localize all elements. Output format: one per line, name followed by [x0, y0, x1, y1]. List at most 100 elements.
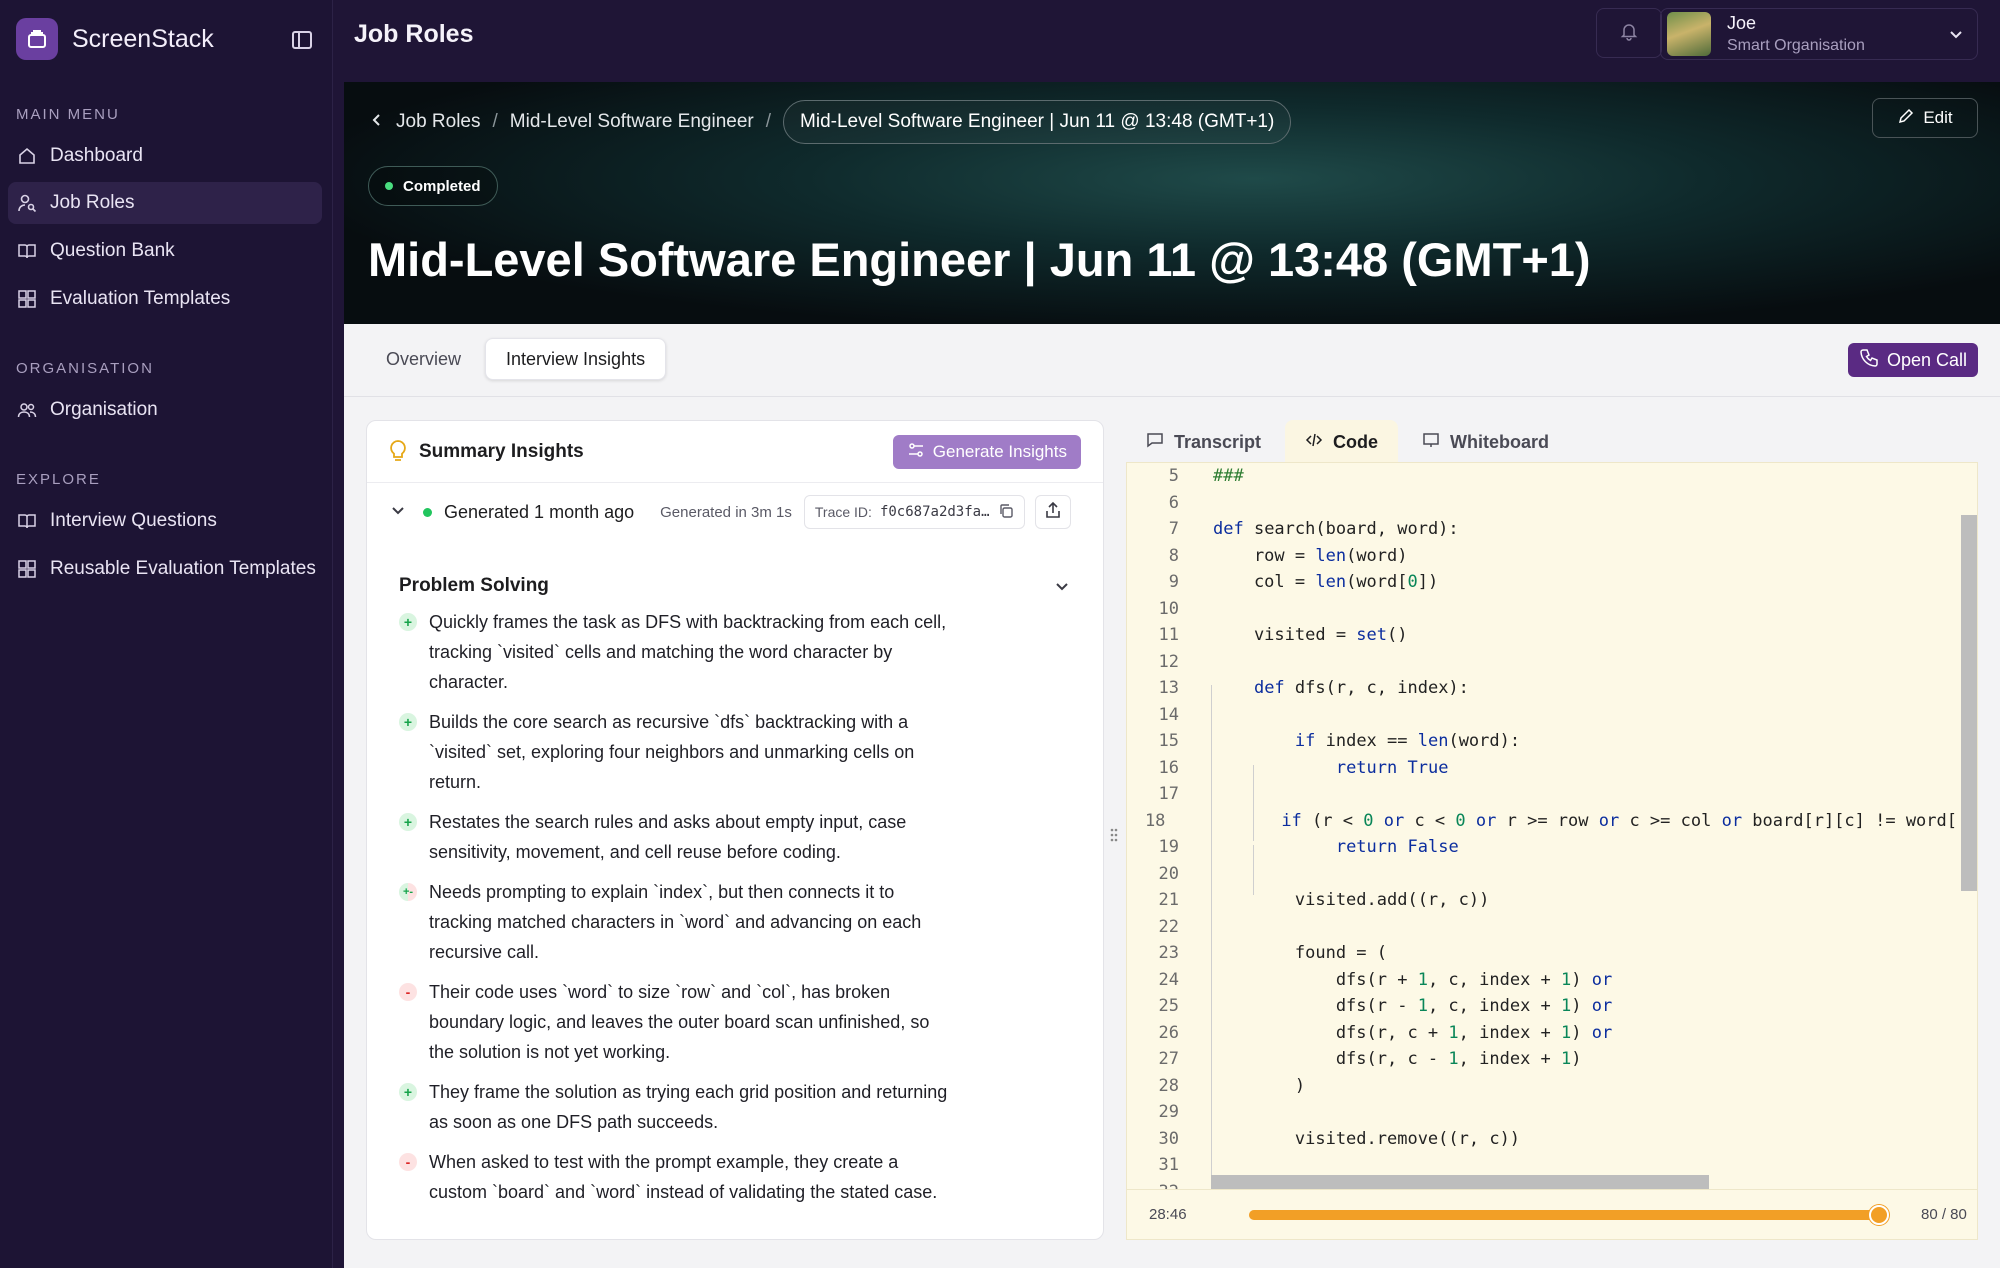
brand[interactable]: ScreenStack — [16, 18, 214, 60]
code-line: 9 col = len(word[0]) — [1127, 569, 1957, 596]
line-number: 21 — [1158, 890, 1179, 910]
insight-item: + Quickly frames the task as DFS with bac… — [399, 607, 959, 697]
generation-row: Generated 1 month ago Generated in 3m 1s… — [389, 493, 1089, 531]
notifications-button[interactable] — [1596, 8, 1662, 58]
line-number: 19 — [1158, 837, 1179, 857]
share-button[interactable] — [1034, 495, 1071, 529]
code-line: 11 visited = set() — [1127, 622, 1957, 649]
code-line: 16 return True — [1127, 755, 1957, 782]
indent-guide — [1253, 845, 1254, 895]
tab-overview[interactable]: Overview — [366, 338, 481, 380]
sidebar-item-label: Job Roles — [50, 192, 135, 213]
vertical-scrollbar[interactable] — [1961, 515, 1977, 891]
sidebar-toggle-icon[interactable] — [290, 28, 314, 52]
section-title-main-menu: MAIN MENU — [16, 106, 120, 123]
plus-icon: + — [399, 813, 417, 831]
avatar — [1667, 12, 1711, 56]
insights-list: + Quickly frames the task as DFS with bac… — [399, 607, 959, 1217]
plus-icon: + — [399, 1083, 417, 1101]
sidebar-item-label: Organisation — [50, 399, 158, 420]
sidebar-item-interview-questions[interactable]: Interview Questions — [8, 500, 322, 542]
code-line: 21 visited.add((r, c)) — [1127, 887, 1957, 914]
insight-item: + Restates the search rules and asks abou… — [399, 807, 959, 867]
breadcrumb-link-role[interactable]: Mid-Level Software Engineer — [510, 111, 754, 133]
tab-transcript[interactable]: Transcript — [1126, 420, 1281, 464]
insight-text: When asked to test with the prompt examp… — [429, 1152, 938, 1202]
back-chevron-icon[interactable] — [370, 111, 384, 133]
chevron-down-icon[interactable] — [1053, 577, 1071, 600]
line-number: 10 — [1158, 598, 1179, 619]
trace-label: Trace ID: — [814, 504, 872, 520]
section-title-organisation: ORGANISATION — [16, 360, 154, 377]
lightbulb-icon — [389, 439, 407, 468]
sidebar-item-evaluation-templates[interactable]: Evaluation Templates — [8, 278, 322, 320]
plus-icon: + — [399, 613, 417, 631]
sidebar-item-label: Question Bank — [50, 240, 175, 261]
open-call-button[interactable]: Open Call — [1848, 343, 1978, 377]
insight-item: + Builds the core search as recursive `df… — [399, 707, 959, 797]
section-title-problem-solving: Problem Solving — [399, 575, 549, 596]
collapse-chevron-icon[interactable] — [389, 501, 407, 524]
insight-text: Their code uses `word` to size `row` and… — [429, 982, 930, 1062]
tab-whiteboard[interactable]: Whiteboard — [1402, 420, 1569, 464]
monitor-icon — [1422, 431, 1440, 454]
line-number: 29 — [1158, 1102, 1179, 1122]
line-code: dfs(r, c - 1, index + 1) — [1213, 1049, 1582, 1069]
phone-icon — [1859, 348, 1879, 373]
insight-text: Needs prompting to explain `index`, but … — [429, 882, 922, 962]
minus-icon: - — [399, 983, 417, 1001]
breadcrumb-current: Mid-Level Software Engineer | Jun 11 @ 1… — [783, 100, 1292, 144]
copy-icon[interactable] — [998, 503, 1014, 522]
insight-item: +- Needs prompting to explain `index`, bu… — [399, 877, 959, 967]
line-number: 16 — [1158, 757, 1179, 778]
playback-slider-fill — [1249, 1209, 1879, 1220]
tab-label: Whiteboard — [1450, 431, 1550, 452]
indent-guide — [1253, 765, 1254, 841]
sidebar-item-organisation[interactable]: Organisation — [8, 389, 322, 431]
sidebar-item-label: Interview Questions — [50, 510, 217, 531]
playback-slider[interactable] — [1249, 1204, 1889, 1225]
tab-interview-insights[interactable]: Interview Insights — [485, 338, 667, 380]
generate-insights-button[interactable]: Generate Insights — [892, 435, 1081, 469]
book-icon — [16, 240, 38, 262]
line-code: ### — [1213, 466, 1244, 486]
line-code: row = len(word) — [1213, 545, 1408, 566]
tab-label: Code — [1333, 431, 1379, 452]
code-line: 12 — [1127, 649, 1957, 676]
code-line: 8 row = len(word) — [1127, 543, 1957, 570]
open-call-label: Open Call — [1886, 349, 1968, 370]
view-tabs: Overview Interview Insights — [366, 338, 667, 382]
playback-slider-thumb[interactable] — [1869, 1204, 1889, 1225]
user-menu[interactable]: Joe Smart Organisation — [1660, 8, 1978, 60]
sidebar-item-job-roles[interactable]: Job Roles — [8, 182, 322, 224]
generated-label: Generated 1 month ago — [444, 501, 635, 522]
horizontal-scrollbar[interactable] — [1211, 1175, 1709, 1189]
insight-text: Quickly frames the task as DFS with back… — [429, 612, 947, 692]
sidebar-item-dashboard[interactable]: Dashboard — [8, 135, 322, 177]
app-logo-icon — [16, 18, 58, 60]
summary-insights-panel: Summary Insights Generate Insights Gener… — [366, 420, 1104, 1240]
chevron-down-icon — [1947, 25, 1965, 48]
edit-button[interactable]: Edit — [1872, 98, 1978, 138]
code-line: 5 ### — [1127, 463, 1957, 490]
line-number: 22 — [1158, 916, 1179, 937]
tab-code[interactable]: Code — [1285, 420, 1399, 464]
edit-label: Edit — [1923, 108, 1953, 127]
insight-text: Builds the core search as recursive `dfs… — [429, 712, 915, 792]
book-icon — [16, 510, 38, 532]
code-line: 14 — [1127, 702, 1957, 729]
code-editor[interactable]: 5 ### 6 7 def search(board, word): 8 row = le… — [1126, 462, 1978, 1190]
sidebar-item-reusable-evaluation-templates[interactable]: Reusable Evaluation Templates — [8, 548, 322, 590]
sidebar-item-question-bank[interactable]: Question Bank — [8, 230, 322, 272]
code-line: 22 — [1127, 914, 1957, 941]
breadcrumb-link-job-roles[interactable]: Job Roles — [396, 111, 481, 133]
panel-resize-handle[interactable] — [1108, 824, 1120, 846]
code-line: 23 found = ( — [1127, 940, 1957, 967]
line-code: def dfs(r, c, index): — [1253, 678, 1469, 698]
line-number: 13 — [1158, 678, 1179, 698]
breadcrumb-separator: / — [492, 111, 498, 132]
playback-count: 80 / 80 — [1921, 1206, 1967, 1223]
